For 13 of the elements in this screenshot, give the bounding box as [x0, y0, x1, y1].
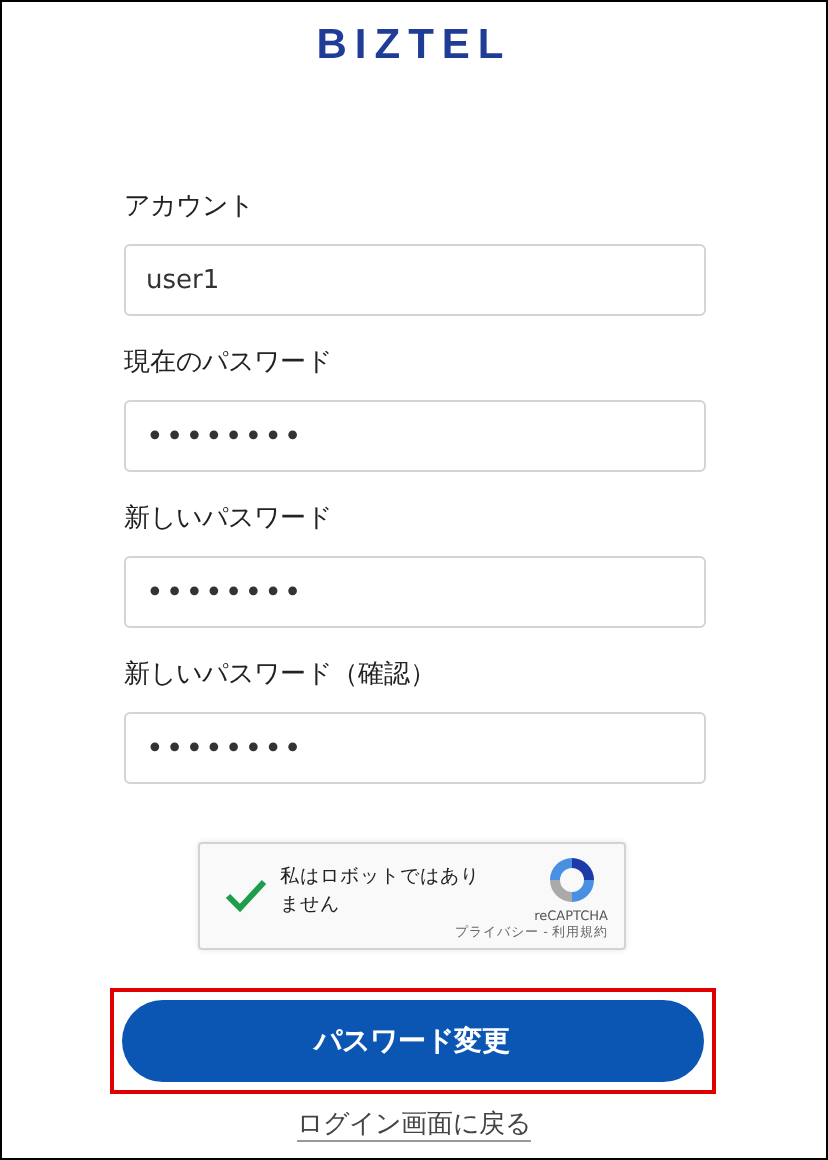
- input-field[interactable]: user1: [124, 244, 706, 316]
- field-label: 新しいパスワード（確認）: [124, 658, 438, 694]
- checkbox[interactable]: [224, 878, 268, 914]
- logo: BIZTEL: [316, 22, 512, 72]
- password-field[interactable]: ••••••••: [124, 712, 706, 784]
- back-to-login-link[interactable]: ログイン画面に戻る: [297, 1108, 531, 1144]
- captcha-label: 私はロボットではありません: [280, 864, 480, 920]
- password-field[interactable]: ••••••••: [124, 556, 706, 628]
- password-field[interactable]: ••••••••: [124, 400, 706, 472]
- field-label: 現在のパスワード: [124, 346, 334, 382]
- field-label: 新しいパスワード: [124, 502, 334, 538]
- field-label: アカウント: [124, 190, 256, 226]
- change-password-button[interactable]: パスワード変更: [121, 1000, 703, 1082]
